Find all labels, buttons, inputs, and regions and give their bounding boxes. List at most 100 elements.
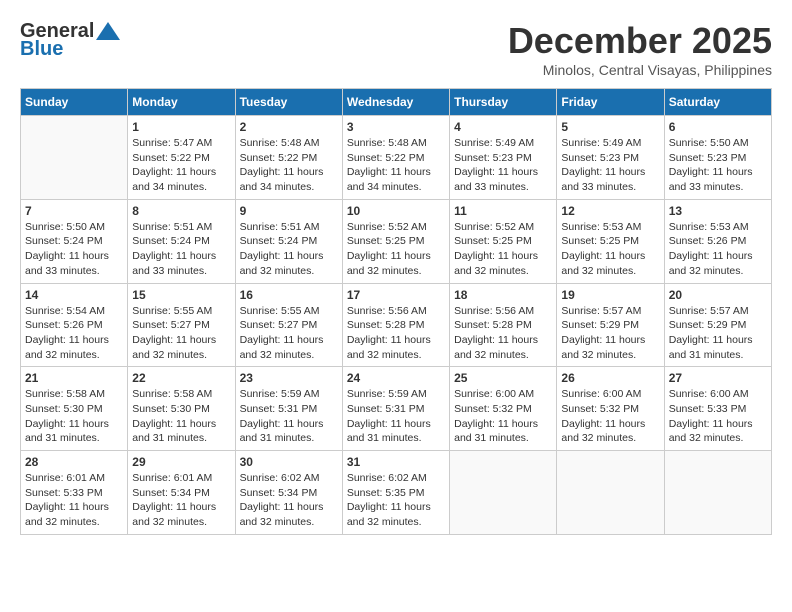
calendar-cell: 14 Sunrise: 5:54 AM Sunset: 5:26 PM Dayli… <box>21 283 128 367</box>
day-info: Sunrise: 5:50 AM Sunset: 5:24 PM Dayligh… <box>25 220 123 279</box>
weekday-header-monday: Monday <box>128 89 235 116</box>
logo-blue-text: Blue <box>20 38 122 60</box>
day-info: Sunrise: 5:59 AM Sunset: 5:31 PM Dayligh… <box>347 387 445 446</box>
day-number: 1 <box>132 120 230 134</box>
calendar-cell: 26 Sunrise: 6:00 AM Sunset: 5:32 PM Dayli… <box>557 367 664 451</box>
calendar-cell: 27 Sunrise: 6:00 AM Sunset: 5:33 PM Dayli… <box>664 367 771 451</box>
day-info: Sunrise: 5:48 AM Sunset: 5:22 PM Dayligh… <box>347 136 445 195</box>
day-number: 29 <box>132 455 230 469</box>
day-number: 30 <box>240 455 338 469</box>
day-number: 20 <box>669 288 767 302</box>
day-info: Sunrise: 6:02 AM Sunset: 5:35 PM Dayligh… <box>347 471 445 530</box>
calendar-cell: 19Sunrise: 5:57 AM Sunset: 5:29 PM Dayli… <box>557 283 664 367</box>
calendar-cell: 12Sunrise: 5:53 AM Sunset: 5:25 PM Dayli… <box>557 199 664 283</box>
day-number: 24 <box>347 371 445 385</box>
calendar-week-1: 7Sunrise: 5:50 AM Sunset: 5:24 PM Daylig… <box>21 199 772 283</box>
calendar-cell: 6 Sunrise: 5:50 AM Sunset: 5:23 PM Daylig… <box>664 116 771 200</box>
day-info: Sunrise: 5:55 AM Sunset: 5:27 PM Dayligh… <box>132 304 230 363</box>
calendar-cell: 25 Sunrise: 6:00 AM Sunset: 5:32 PM Dayli… <box>450 367 557 451</box>
calendar-cell: 11Sunrise: 5:52 AM Sunset: 5:25 PM Dayli… <box>450 199 557 283</box>
day-number: 12 <box>561 204 659 218</box>
day-number: 13 <box>669 204 767 218</box>
page-header: General Blue December 2025 Minolos, Cent… <box>20 20 772 78</box>
day-number: 18 <box>454 288 552 302</box>
day-info: Sunrise: 5:56 AM Sunset: 5:28 PM Dayligh… <box>347 304 445 363</box>
day-info: Sunrise: 6:01 AM Sunset: 5:34 PM Dayligh… <box>132 471 230 530</box>
day-info: Sunrise: 6:00 AM Sunset: 5:33 PM Dayligh… <box>669 387 767 446</box>
calendar-cell: 23 Sunrise: 5:59 AM Sunset: 5:31 PM Dayli… <box>235 367 342 451</box>
day-info: Sunrise: 5:52 AM Sunset: 5:25 PM Dayligh… <box>454 220 552 279</box>
day-info: Sunrise: 5:55 AM Sunset: 5:27 PM Dayligh… <box>240 304 338 363</box>
day-number: 19 <box>561 288 659 302</box>
calendar-cell: 13 Sunrise: 5:53 AM Sunset: 5:26 PM Dayli… <box>664 199 771 283</box>
day-info: Sunrise: 5:49 AM Sunset: 5:23 PM Dayligh… <box>454 136 552 195</box>
day-info: Sunrise: 5:58 AM Sunset: 5:30 PM Dayligh… <box>132 387 230 446</box>
day-number: 25 <box>454 371 552 385</box>
day-info: Sunrise: 5:59 AM Sunset: 5:31 PM Dayligh… <box>240 387 338 446</box>
calendar-cell: 16 Sunrise: 5:55 AM Sunset: 5:27 PM Dayli… <box>235 283 342 367</box>
logo: General Blue <box>20 20 122 60</box>
day-info: Sunrise: 5:54 AM Sunset: 5:26 PM Dayligh… <box>25 304 123 363</box>
calendar-cell: 17 Sunrise: 5:56 AM Sunset: 5:28 PM Dayli… <box>342 283 449 367</box>
calendar-cell: 2 Sunrise: 5:48 AM Sunset: 5:22 PM Daylig… <box>235 116 342 200</box>
calendar-cell: 24 Sunrise: 5:59 AM Sunset: 5:31 PM Dayli… <box>342 367 449 451</box>
day-info: Sunrise: 6:00 AM Sunset: 5:32 PM Dayligh… <box>454 387 552 446</box>
day-info: Sunrise: 6:01 AM Sunset: 5:33 PM Dayligh… <box>25 471 123 530</box>
calendar-cell: 3Sunrise: 5:48 AM Sunset: 5:22 PM Daylig… <box>342 116 449 200</box>
day-number: 10 <box>347 204 445 218</box>
calendar-week-0: 1 Sunrise: 5:47 AM Sunset: 5:22 PM Daylig… <box>21 116 772 200</box>
day-number: 16 <box>240 288 338 302</box>
day-number: 15 <box>132 288 230 302</box>
day-number: 27 <box>669 371 767 385</box>
day-info: Sunrise: 6:00 AM Sunset: 5:32 PM Dayligh… <box>561 387 659 446</box>
calendar-cell: 30 Sunrise: 6:02 AM Sunset: 5:34 PM Dayli… <box>235 451 342 535</box>
calendar-cell: 21Sunrise: 5:58 AM Sunset: 5:30 PM Dayli… <box>21 367 128 451</box>
calendar-cell: 8 Sunrise: 5:51 AM Sunset: 5:24 PM Daylig… <box>128 199 235 283</box>
calendar-cell: 9Sunrise: 5:51 AM Sunset: 5:24 PM Daylig… <box>235 199 342 283</box>
calendar-week-4: 28 Sunrise: 6:01 AM Sunset: 5:33 PM Dayli… <box>21 451 772 535</box>
calendar-cell <box>450 451 557 535</box>
weekday-header-sunday: Sunday <box>21 89 128 116</box>
day-number: 14 <box>25 288 123 302</box>
calendar-cell: 15 Sunrise: 5:55 AM Sunset: 5:27 PM Dayli… <box>128 283 235 367</box>
day-number: 4 <box>454 120 552 134</box>
calendar-cell: 31Sunrise: 6:02 AM Sunset: 5:35 PM Dayli… <box>342 451 449 535</box>
day-number: 9 <box>240 204 338 218</box>
title-area: December 2025 Minolos, Central Visayas, … <box>508 20 772 78</box>
day-info: Sunrise: 5:53 AM Sunset: 5:26 PM Dayligh… <box>669 220 767 279</box>
calendar-header-row: SundayMondayTuesdayWednesdayThursdayFrid… <box>21 89 772 116</box>
day-info: Sunrise: 5:50 AM Sunset: 5:23 PM Dayligh… <box>669 136 767 195</box>
weekday-header-saturday: Saturday <box>664 89 771 116</box>
day-number: 23 <box>240 371 338 385</box>
day-info: Sunrise: 5:56 AM Sunset: 5:28 PM Dayligh… <box>454 304 552 363</box>
day-number: 28 <box>25 455 123 469</box>
day-number: 17 <box>347 288 445 302</box>
month-title: December 2025 <box>508 20 772 62</box>
day-info: Sunrise: 5:52 AM Sunset: 5:25 PM Dayligh… <box>347 220 445 279</box>
calendar-cell <box>664 451 771 535</box>
weekday-header-tuesday: Tuesday <box>235 89 342 116</box>
weekday-header-friday: Friday <box>557 89 664 116</box>
calendar-cell: 20 Sunrise: 5:57 AM Sunset: 5:29 PM Dayli… <box>664 283 771 367</box>
day-info: Sunrise: 6:02 AM Sunset: 5:34 PM Dayligh… <box>240 471 338 530</box>
day-info: Sunrise: 5:57 AM Sunset: 5:29 PM Dayligh… <box>669 304 767 363</box>
weekday-header-wednesday: Wednesday <box>342 89 449 116</box>
calendar-cell: 7Sunrise: 5:50 AM Sunset: 5:24 PM Daylig… <box>21 199 128 283</box>
calendar-cell <box>21 116 128 200</box>
day-number: 22 <box>132 371 230 385</box>
calendar-cell: 29 Sunrise: 6:01 AM Sunset: 5:34 PM Dayli… <box>128 451 235 535</box>
calendar-cell <box>557 451 664 535</box>
day-number: 26 <box>561 371 659 385</box>
location-title: Minolos, Central Visayas, Philippines <box>508 62 772 78</box>
day-info: Sunrise: 5:51 AM Sunset: 5:24 PM Dayligh… <box>132 220 230 279</box>
day-number: 5 <box>561 120 659 134</box>
calendar-week-3: 21Sunrise: 5:58 AM Sunset: 5:30 PM Dayli… <box>21 367 772 451</box>
calendar-cell: 28 Sunrise: 6:01 AM Sunset: 5:33 PM Dayli… <box>21 451 128 535</box>
day-number: 8 <box>132 204 230 218</box>
day-info: Sunrise: 5:48 AM Sunset: 5:22 PM Dayligh… <box>240 136 338 195</box>
day-info: Sunrise: 5:47 AM Sunset: 5:22 PM Dayligh… <box>132 136 230 195</box>
calendar-week-2: 14 Sunrise: 5:54 AM Sunset: 5:26 PM Dayli… <box>21 283 772 367</box>
day-number: 6 <box>669 120 767 134</box>
day-number: 2 <box>240 120 338 134</box>
calendar-cell: 10 Sunrise: 5:52 AM Sunset: 5:25 PM Dayli… <box>342 199 449 283</box>
